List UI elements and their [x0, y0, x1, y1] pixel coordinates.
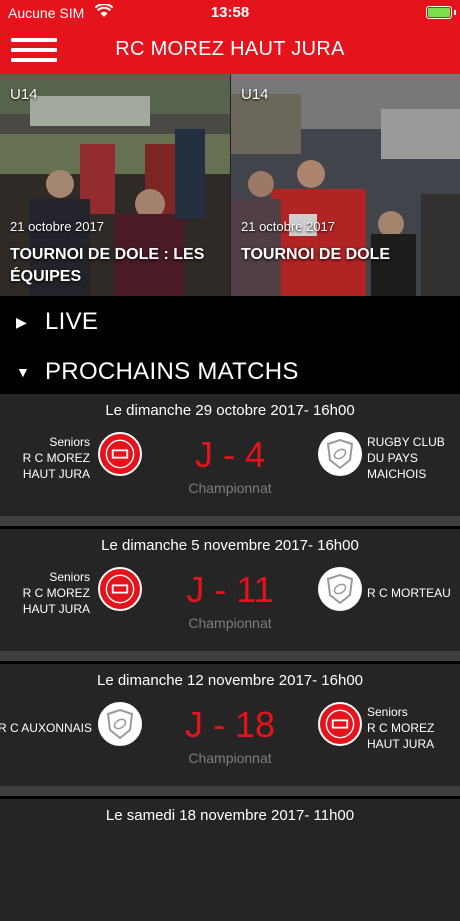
- away-team: RUGBY CLUB DU PAYS MAICHOIS: [367, 435, 445, 481]
- app-header: RC MOREZ HAUT JURA: [0, 26, 460, 74]
- club-logo-icon: [318, 432, 362, 476]
- news-category: U14: [10, 86, 38, 103]
- news-title: TOURNOI DE DOLE : LES ÉQUIPES: [10, 246, 205, 285]
- match-date: Le samedi 18 novembre 2017- 11h00: [105, 807, 355, 824]
- club-logo-icon: [318, 702, 362, 746]
- away-team: Seniors R C MOREZ HAUT JURA: [367, 705, 435, 751]
- match-date: Le dimanche 5 novembre 2017- 16h00: [101, 537, 359, 554]
- match-date: Le dimanche 12 novembre 2017- 16h00: [96, 672, 364, 689]
- competition: Championnat: [188, 480, 272, 496]
- match-card[interactable]: Le dimanche 12 novembre 2017- 16h00 R C …: [0, 664, 460, 786]
- news-card[interactable]: U14 21 octobre 2017 TOURNOI DE DOLE : LE…: [0, 74, 230, 296]
- match-card[interactable]: Le dimanche 29 octobre 2017- 16h00 Senio…: [0, 394, 460, 516]
- section-title: PROCHAINS MATCHS: [45, 358, 299, 385]
- status-bar: Aucune SIM 13:58: [0, 0, 460, 26]
- news-date: 21 octobre 2017: [241, 219, 335, 234]
- news-category: U14: [241, 86, 269, 103]
- triangle-right-icon: ▶: [16, 314, 27, 330]
- battery-icon: [426, 6, 456, 19]
- news-title: TOURNOI DE DOLE: [241, 246, 391, 263]
- separator: [0, 516, 460, 526]
- news-card[interactable]: U14 21 octobre 2017 TOURNOI DE DOLE: [230, 74, 460, 296]
- match-card[interactable]: Le samedi 18 novembre 2017- 11h00: [0, 799, 460, 921]
- news-date: 21 octobre 2017: [10, 219, 104, 234]
- upcoming-section-header[interactable]: ▼ PROCHAINS MATCHS: [0, 348, 460, 394]
- separator: [0, 651, 460, 661]
- separator: [0, 786, 460, 796]
- club-logo-icon: [318, 567, 362, 611]
- section-title: LIVE: [45, 308, 99, 335]
- competition: Championnat: [188, 615, 272, 631]
- app-title: RC MOREZ HAUT JURA: [115, 38, 345, 60]
- clock: 13:58: [210, 4, 250, 21]
- competition: Championnat: [188, 750, 272, 766]
- triangle-down-icon: ▼: [16, 364, 30, 380]
- match-date: Le dimanche 29 octobre 2017- 16h00: [105, 402, 355, 419]
- match-card[interactable]: Le dimanche 5 novembre 2017- 16h00 Senio…: [0, 529, 460, 651]
- away-team: R C MORTEAU: [367, 586, 451, 600]
- live-section-header[interactable]: ▶ LIVE: [0, 298, 460, 344]
